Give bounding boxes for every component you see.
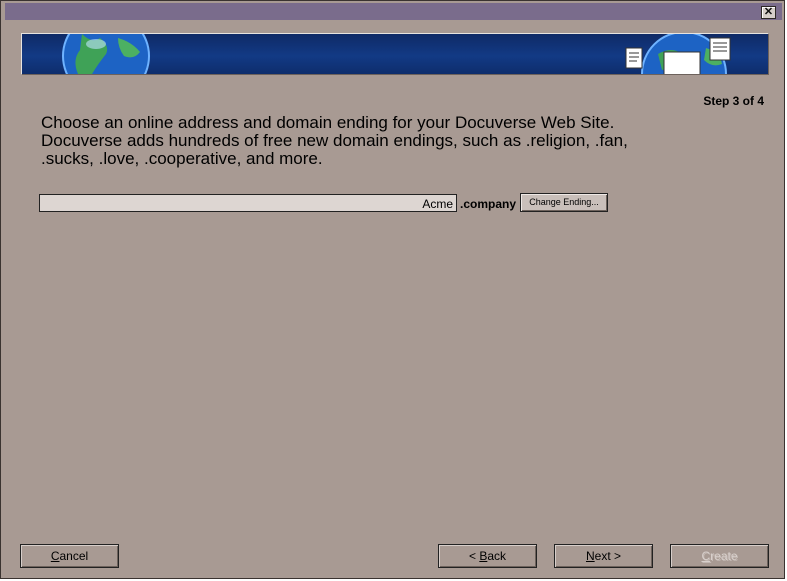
domain-ending-label: .company — [460, 197, 517, 211]
title-bar[interactable]: ✕ — [5, 3, 782, 20]
site-address-input[interactable]: Acme — [39, 194, 457, 212]
instructions-line: Docuverse adds hundreds of free new doma… — [41, 131, 628, 150]
close-icon[interactable]: ✕ — [761, 6, 776, 19]
step-indicator: Step 3 of 4 — [703, 94, 764, 108]
create-label: reate — [710, 549, 738, 563]
back-arrow: < — [468, 549, 480, 563]
globe-with-documents-icon — [625, 34, 731, 74]
instructions-line: Choose an online address and domain endi… — [41, 113, 615, 132]
header-banner — [21, 33, 769, 75]
back-label: ack — [487, 549, 507, 563]
next-label: ext > — [594, 549, 622, 563]
instructions-text: Choose an online address and domain endi… — [41, 114, 741, 168]
cancel-label: ancel — [59, 549, 89, 563]
next-accelerator: N — [585, 549, 595, 563]
instructions-line: .sucks, .love, .cooperative, and more. — [41, 149, 323, 168]
globe-icon — [62, 34, 150, 74]
change-ending-button[interactable]: Change Ending... — [520, 193, 608, 212]
create-button[interactable]: Create — [670, 544, 769, 568]
back-button[interactable]: < Back — [438, 544, 537, 568]
banner-art — [62, 34, 731, 74]
wizard-dialog: ✕ Step 3 of 4 Choose an online address a… — [0, 0, 785, 579]
create-accelerator: C — [701, 549, 711, 563]
close-glyph: ✕ — [763, 6, 774, 18]
next-button[interactable]: Next > — [554, 544, 653, 568]
cancel-button[interactable]: Cancel — [20, 544, 119, 568]
